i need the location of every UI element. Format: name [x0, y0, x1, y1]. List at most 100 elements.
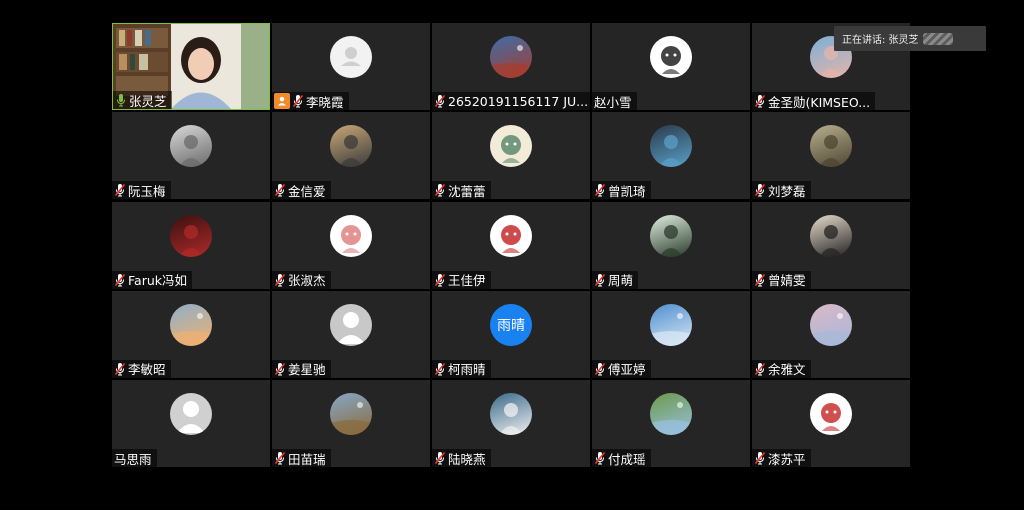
participant-name-tag: 26520191156117 JU...	[432, 92, 590, 110]
mic-muted-icon	[274, 451, 286, 465]
photo-avatar	[810, 303, 852, 346]
participant-tile[interactable]: 雨晴柯雨晴	[432, 290, 590, 378]
participant-name-tag: 张淑杰	[272, 270, 331, 289]
participant-tile[interactable]: 王佳伊	[432, 201, 590, 289]
participant-tile[interactable]: Faruk冯如	[112, 201, 270, 289]
participant-name: 沈蕾蕾	[448, 183, 486, 199]
mic-muted-icon	[594, 451, 606, 465]
participant-tile[interactable]: 付成瑶	[592, 380, 750, 467]
cartoon-avatar	[810, 393, 852, 435]
photo-avatar	[490, 393, 532, 435]
participant-name: 漆苏平	[768, 451, 806, 467]
mic-muted-icon	[754, 184, 766, 197]
mic-muted-icon	[114, 273, 126, 286]
blurred-text	[922, 32, 953, 45]
participant-tile[interactable]: 张灵芝	[112, 23, 270, 110]
participant-tile[interactable]: 刘梦磊	[752, 112, 910, 200]
participant-name: 田苗瑞	[288, 451, 326, 467]
participant-name-tag: 曾婧雯	[752, 270, 811, 289]
participant-name-tag: 柯雨晴	[432, 359, 491, 378]
participant-name-tag: 周萌	[592, 270, 639, 289]
mic-muted-icon	[754, 94, 766, 108]
participant-tile[interactable]: 陆晓燕	[432, 380, 590, 467]
participant-grid: 张灵芝 李晓霞 26520191156117 JU... 赵小雪 金圣勋(KIMSEO.…	[112, 23, 912, 469]
participant-name: 阮玉梅	[128, 183, 166, 199]
participant-name-tag: 李敏昭	[112, 359, 171, 378]
participant-tile[interactable]: 田苗瑞	[272, 380, 430, 467]
mic-muted-icon	[274, 362, 286, 376]
participant-name-tag: 阮玉梅	[112, 181, 171, 200]
participant-tile[interactable]: 姜星驰	[272, 290, 430, 378]
photo-avatar	[810, 214, 852, 257]
participant-name: 曾婧雯	[768, 273, 806, 288]
participant-tile[interactable]: 沈蕾蕾	[432, 112, 590, 200]
mic-muted-icon	[594, 273, 606, 286]
participant-name: 傅亚婷	[608, 362, 646, 378]
default-avatar-icon	[330, 36, 372, 78]
participant-name: 赵小雪	[594, 94, 632, 110]
participant-name-tag: Faruk冯如	[112, 270, 193, 289]
photo-avatar	[650, 303, 692, 346]
mic-on-icon	[117, 94, 125, 107]
participant-name: 张灵芝	[129, 93, 167, 109]
photo-avatar	[170, 125, 212, 168]
participant-name-tag: 金信爱	[272, 181, 331, 200]
now-speaking-indicator: 正在讲话: 张灵芝	[834, 26, 986, 51]
cartoon-avatar	[490, 214, 532, 257]
mic-muted-icon	[434, 362, 446, 376]
participant-name: 陆晓燕	[448, 451, 486, 467]
mic-muted-icon	[754, 273, 766, 286]
mic-muted-icon	[114, 362, 126, 376]
mic-muted-icon	[114, 184, 126, 197]
participant-name-tag: 漆苏平	[752, 449, 811, 467]
participant-tile[interactable]: 曾凯琦	[592, 112, 750, 200]
cartoon-avatar	[330, 214, 372, 257]
participant-name-tag: 沈蕾蕾	[432, 181, 491, 200]
participant-name: 金信爱	[288, 183, 326, 199]
participant-name-tag: 金圣勋(KIMSEO...	[752, 92, 876, 110]
participant-tile[interactable]: 李晓霞	[272, 23, 430, 110]
participant-name-tag: 刘梦磊	[752, 181, 811, 200]
participant-name: 张淑杰	[288, 273, 326, 288]
participant-name: 姜星驰	[288, 362, 326, 378]
mic-muted-icon	[754, 451, 766, 465]
participant-tile[interactable]: 阮玉梅	[112, 112, 270, 200]
participant-name: 王佳伊	[448, 273, 486, 288]
mic-muted-icon	[434, 94, 446, 108]
cartoon-avatar	[490, 125, 532, 168]
participant-tile[interactable]: 金信爱	[272, 112, 430, 200]
participant-name: 曾凯琦	[608, 183, 646, 199]
participant-tile[interactable]: 傅亚婷	[592, 290, 750, 378]
participant-name: 柯雨晴	[448, 362, 486, 378]
avatar-initials: 雨晴	[497, 317, 525, 334]
participant-name-tag: 田苗瑞	[272, 449, 331, 467]
participant-tile[interactable]: 张淑杰	[272, 201, 430, 289]
participant-name: 刘梦磊	[768, 183, 806, 199]
participant-name-tag: 王佳伊	[432, 270, 491, 289]
participant-tile[interactable]: 26520191156117 JU...	[432, 23, 590, 110]
now-speaking-label: 正在讲话: 张灵芝	[842, 35, 919, 46]
participant-tile[interactable]: 周萌	[592, 201, 750, 289]
photo-avatar	[330, 125, 372, 168]
participant-name-tag: 曾凯琦	[592, 181, 651, 200]
participant-tile[interactable]: 余雅文	[752, 290, 910, 378]
participant-tile[interactable]: 马思雨	[112, 380, 270, 467]
mic-muted-icon	[754, 362, 766, 376]
photo-avatar	[170, 303, 212, 346]
participant-tile[interactable]: 曾婧雯	[752, 201, 910, 289]
participant-tile[interactable]: 赵小雪	[592, 23, 750, 110]
photo-avatar	[490, 36, 532, 78]
default-avatar-icon	[170, 393, 212, 435]
text-avatar: 雨晴	[490, 303, 532, 346]
cartoon-avatar	[650, 36, 692, 78]
participant-name-tag: 张灵芝	[113, 91, 172, 109]
host-icon	[274, 93, 290, 109]
participant-tile[interactable]: 漆苏平	[752, 380, 910, 467]
participant-name-tag: 付成瑶	[592, 449, 651, 467]
participant-name: 余雅文	[768, 362, 806, 378]
photo-avatar	[650, 125, 692, 168]
participant-tile[interactable]: 李敏昭	[112, 290, 270, 378]
participant-name: Faruk冯如	[128, 273, 188, 288]
photo-avatar	[170, 214, 212, 257]
mic-muted-icon	[274, 273, 286, 286]
